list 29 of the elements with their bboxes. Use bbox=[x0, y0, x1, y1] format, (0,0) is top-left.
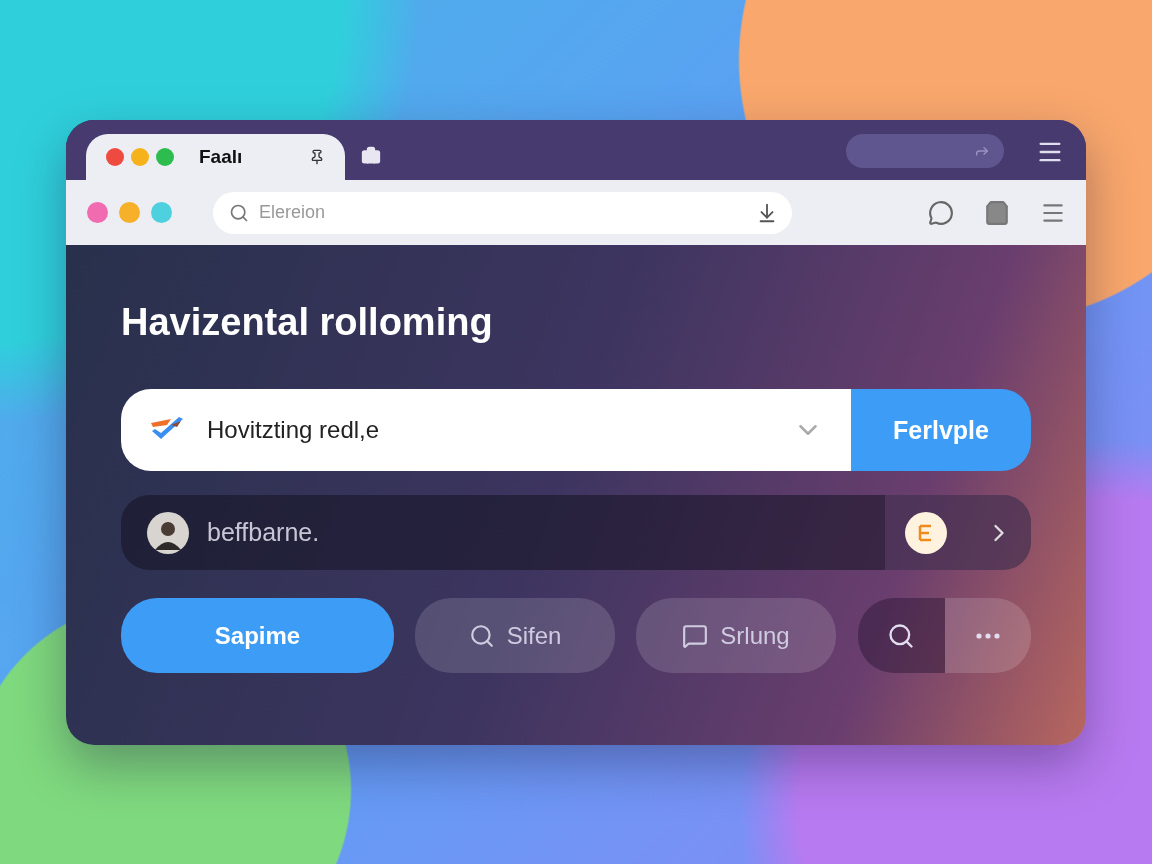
search-icon bbox=[468, 622, 495, 649]
secondary-button[interactable]: Srlung bbox=[636, 598, 836, 673]
window-control-dot[interactable] bbox=[106, 148, 124, 166]
page-heading: Havizental rolloming bbox=[121, 303, 494, 341]
briefcase-icon[interactable] bbox=[361, 146, 381, 166]
action-button[interactable]: Ferlvple bbox=[851, 389, 1031, 471]
profile-name: beffbarne. bbox=[207, 518, 321, 547]
more-icon bbox=[975, 632, 1000, 639]
browser-tab[interactable]: Faalı bbox=[86, 134, 345, 180]
search-icon bbox=[229, 202, 249, 223]
color-dot bbox=[119, 202, 140, 223]
color-dot bbox=[151, 202, 172, 223]
search-input[interactable]: Elereion bbox=[257, 201, 756, 224]
search-icon bbox=[887, 621, 916, 650]
secondary-button[interactable]: Sifen bbox=[415, 598, 615, 673]
search-field[interactable]: Elereion bbox=[213, 191, 792, 234]
tab-title: Faalı bbox=[199, 146, 244, 168]
profile-row[interactable]: beffbarne. bbox=[121, 495, 1031, 570]
pin-icon[interactable] bbox=[309, 149, 325, 165]
dropdown-field[interactable]: Hovitzting redl,e bbox=[121, 389, 851, 471]
color-dot bbox=[87, 202, 108, 223]
dropdown-value: Hovitzting redl,e bbox=[207, 416, 381, 444]
search-button[interactable] bbox=[858, 598, 945, 673]
message-icon bbox=[682, 622, 709, 649]
primary-button[interactable]: Sapime bbox=[121, 598, 394, 673]
window-control-dot[interactable] bbox=[156, 148, 174, 166]
window-control-dot[interactable] bbox=[131, 148, 149, 166]
chat-bubble-icon[interactable] bbox=[928, 199, 954, 226]
avatar-silhouette bbox=[147, 511, 189, 554]
